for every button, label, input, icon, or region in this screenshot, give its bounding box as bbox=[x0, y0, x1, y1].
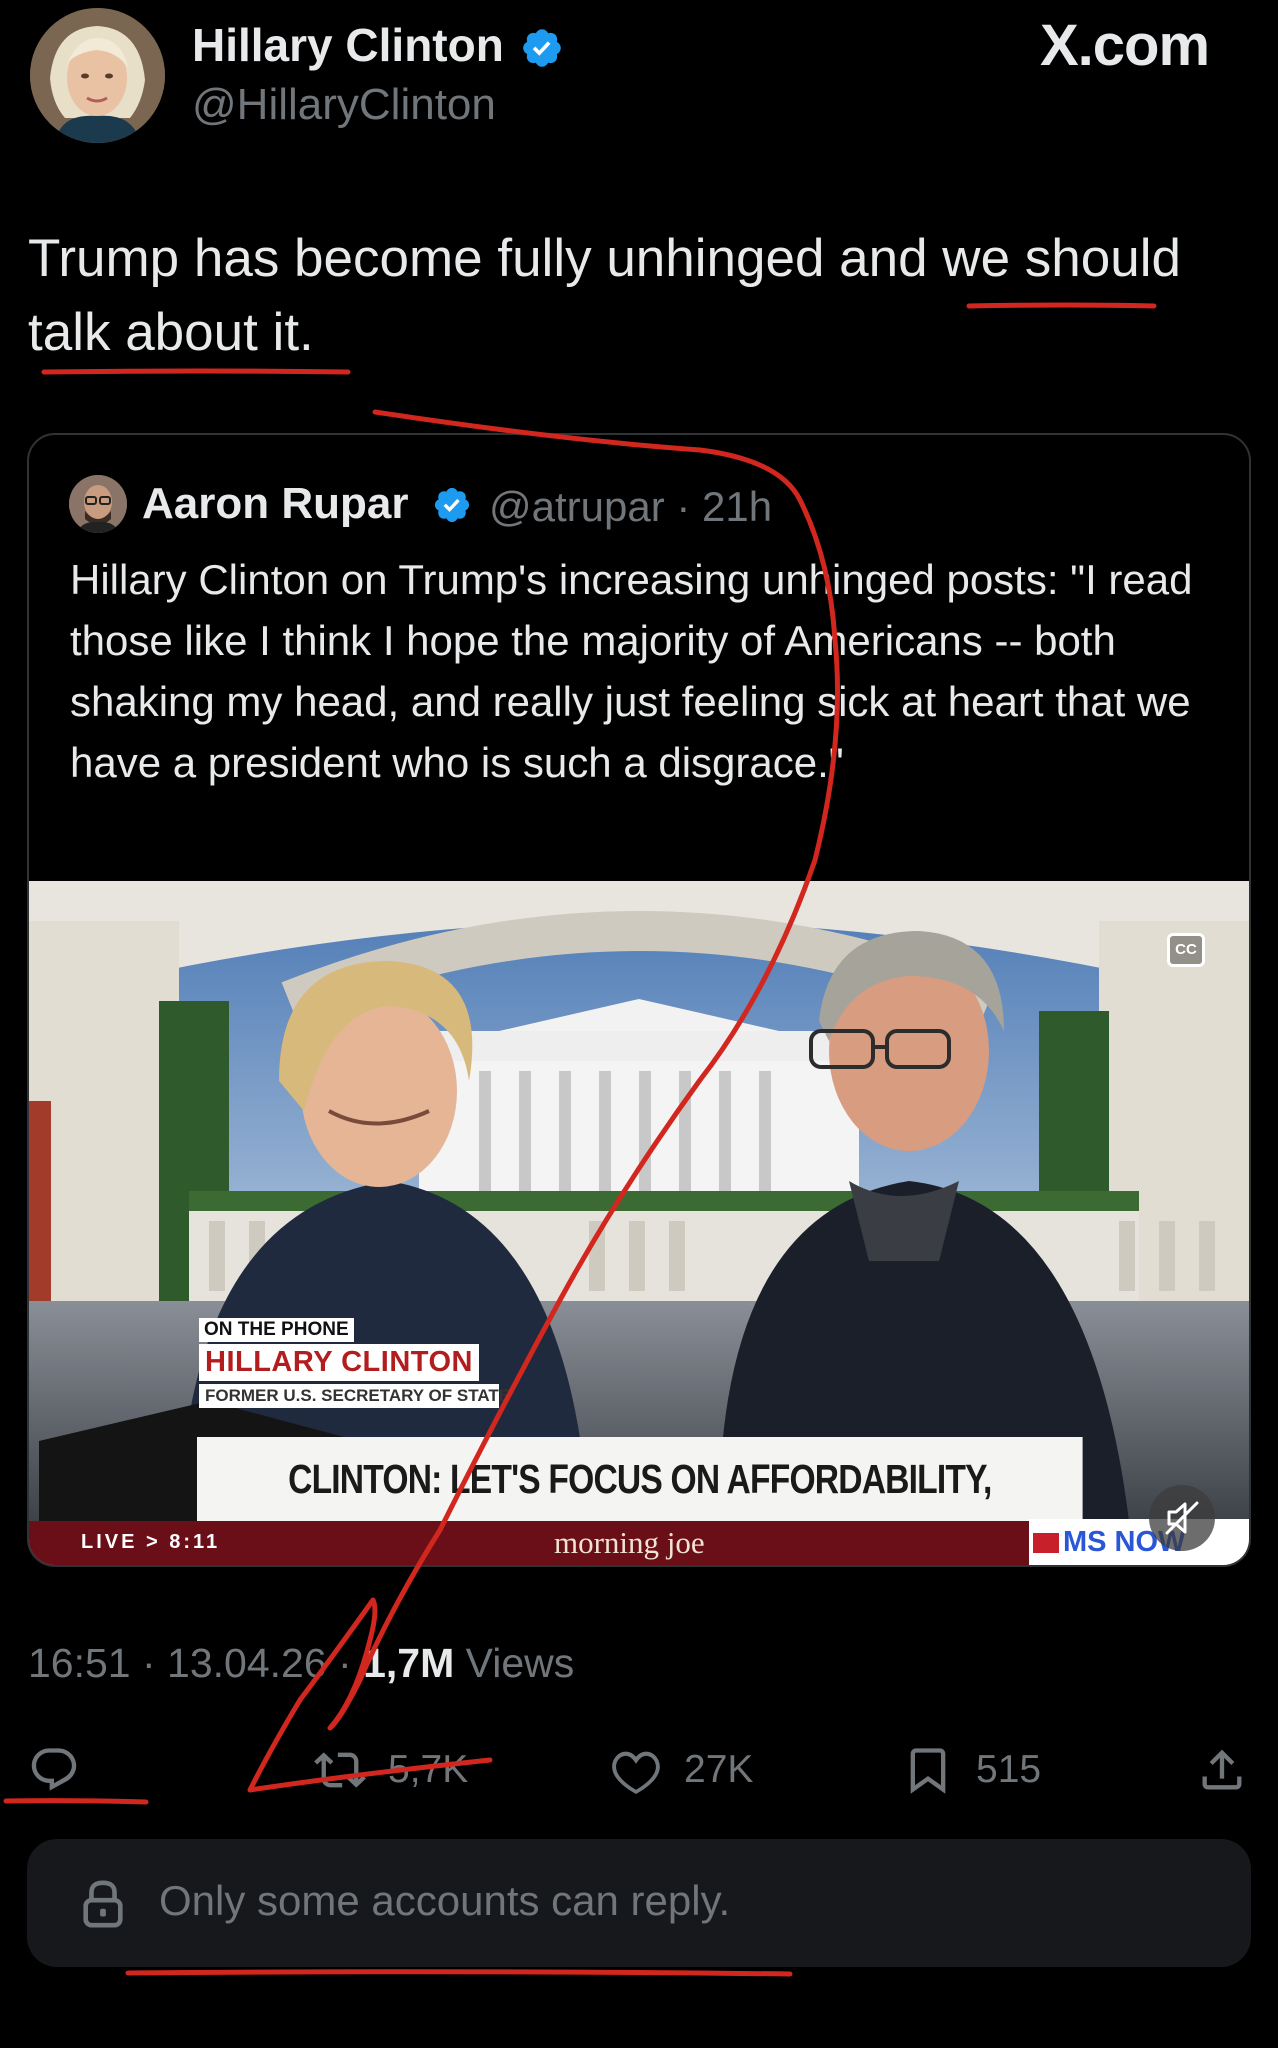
reply-icon bbox=[31, 1748, 77, 1791]
reply-restriction-banner: Only some accounts can reply. bbox=[27, 1839, 1251, 1967]
repost-icon bbox=[314, 1752, 366, 1788]
reply-button[interactable] bbox=[28, 1742, 102, 1798]
author-name[interactable]: Hillary Clinton bbox=[192, 18, 504, 72]
like-count: 27K bbox=[684, 1748, 754, 1791]
lower-third-guest-name: HILLARY CLINTON bbox=[199, 1344, 479, 1381]
bookmark-count: 515 bbox=[976, 1748, 1042, 1791]
views-label: Views bbox=[454, 1640, 575, 1686]
tweet-text: Trump has become fully unhinged and we s… bbox=[28, 222, 1248, 370]
like-button[interactable]: 27K bbox=[610, 1742, 753, 1798]
quote-text: Hillary Clinton on Trump's increasing un… bbox=[70, 556, 1193, 786]
quote-author-avatar[interactable] bbox=[69, 475, 127, 533]
author-avatar[interactable] bbox=[30, 8, 165, 143]
video-player[interactable]: CC ON THE PHONE HILLARY CLINTON FORMER U… bbox=[29, 881, 1249, 1565]
tweet-text-line: talk about it. bbox=[28, 303, 314, 362]
underline-annotation bbox=[41, 368, 351, 375]
verified-badge-icon bbox=[523, 29, 561, 67]
share-icon bbox=[1202, 1749, 1242, 1790]
tweet-text-line: Trump has become fully unhinged and we s… bbox=[28, 229, 1181, 288]
share-button[interactable] bbox=[1196, 1742, 1248, 1798]
repost-count: 5,7K bbox=[388, 1748, 469, 1791]
underline-annotation bbox=[125, 1969, 793, 1977]
lower-third-kicker: ON THE PHONE bbox=[199, 1318, 354, 1342]
quote-author-name[interactable]: Aaron Rupar bbox=[142, 479, 408, 529]
verified-badge-icon bbox=[434, 487, 470, 523]
captions-button[interactable]: CC bbox=[1167, 933, 1205, 967]
show-logo: morning joe bbox=[554, 1525, 705, 1560]
views-count: 1,7M bbox=[363, 1640, 455, 1686]
unmute-button[interactable] bbox=[1149, 1485, 1215, 1551]
reply-restriction-text: Only some accounts can reply. bbox=[159, 1877, 731, 1924]
site-watermark: X.com bbox=[1040, 13, 1210, 78]
tweet-timestamp[interactable]: 16:51 · 13.04.26 · bbox=[28, 1640, 363, 1686]
heart-icon bbox=[612, 1751, 660, 1795]
quote-handle-timestamp[interactable]: @atrupar · 21h bbox=[489, 483, 772, 531]
broadcast-headline: CLINTON: LET'S FOCUS ON AFFORDABILITY, A… bbox=[197, 1437, 1083, 1565]
lock-icon bbox=[83, 1880, 123, 1928]
author-handle[interactable]: @HillaryClinton bbox=[192, 80, 496, 130]
network-flag-icon bbox=[1033, 1533, 1059, 1553]
bookmark-icon bbox=[910, 1748, 946, 1794]
underline-annotation bbox=[3, 1798, 149, 1805]
tweet-timestamp-views[interactable]: 16:51 · 13.04.26 · 1,7M Views bbox=[28, 1640, 574, 1687]
repost-button[interactable]: 5,7K bbox=[314, 1742, 468, 1798]
live-time-label: LIVE > 8:11 bbox=[81, 1531, 221, 1553]
quoted-tweet-card[interactable]: Aaron Rupar @atrupar · 21h Hillary Clint… bbox=[27, 433, 1251, 1567]
network-logo: MS NOW bbox=[1029, 1519, 1249, 1565]
bookmark-button[interactable]: 515 bbox=[902, 1742, 1041, 1798]
lower-third-guest-role: FORMER U.S. SECRETARY OF STATE bbox=[199, 1384, 510, 1408]
speaker-muted-icon bbox=[1165, 1501, 1199, 1535]
